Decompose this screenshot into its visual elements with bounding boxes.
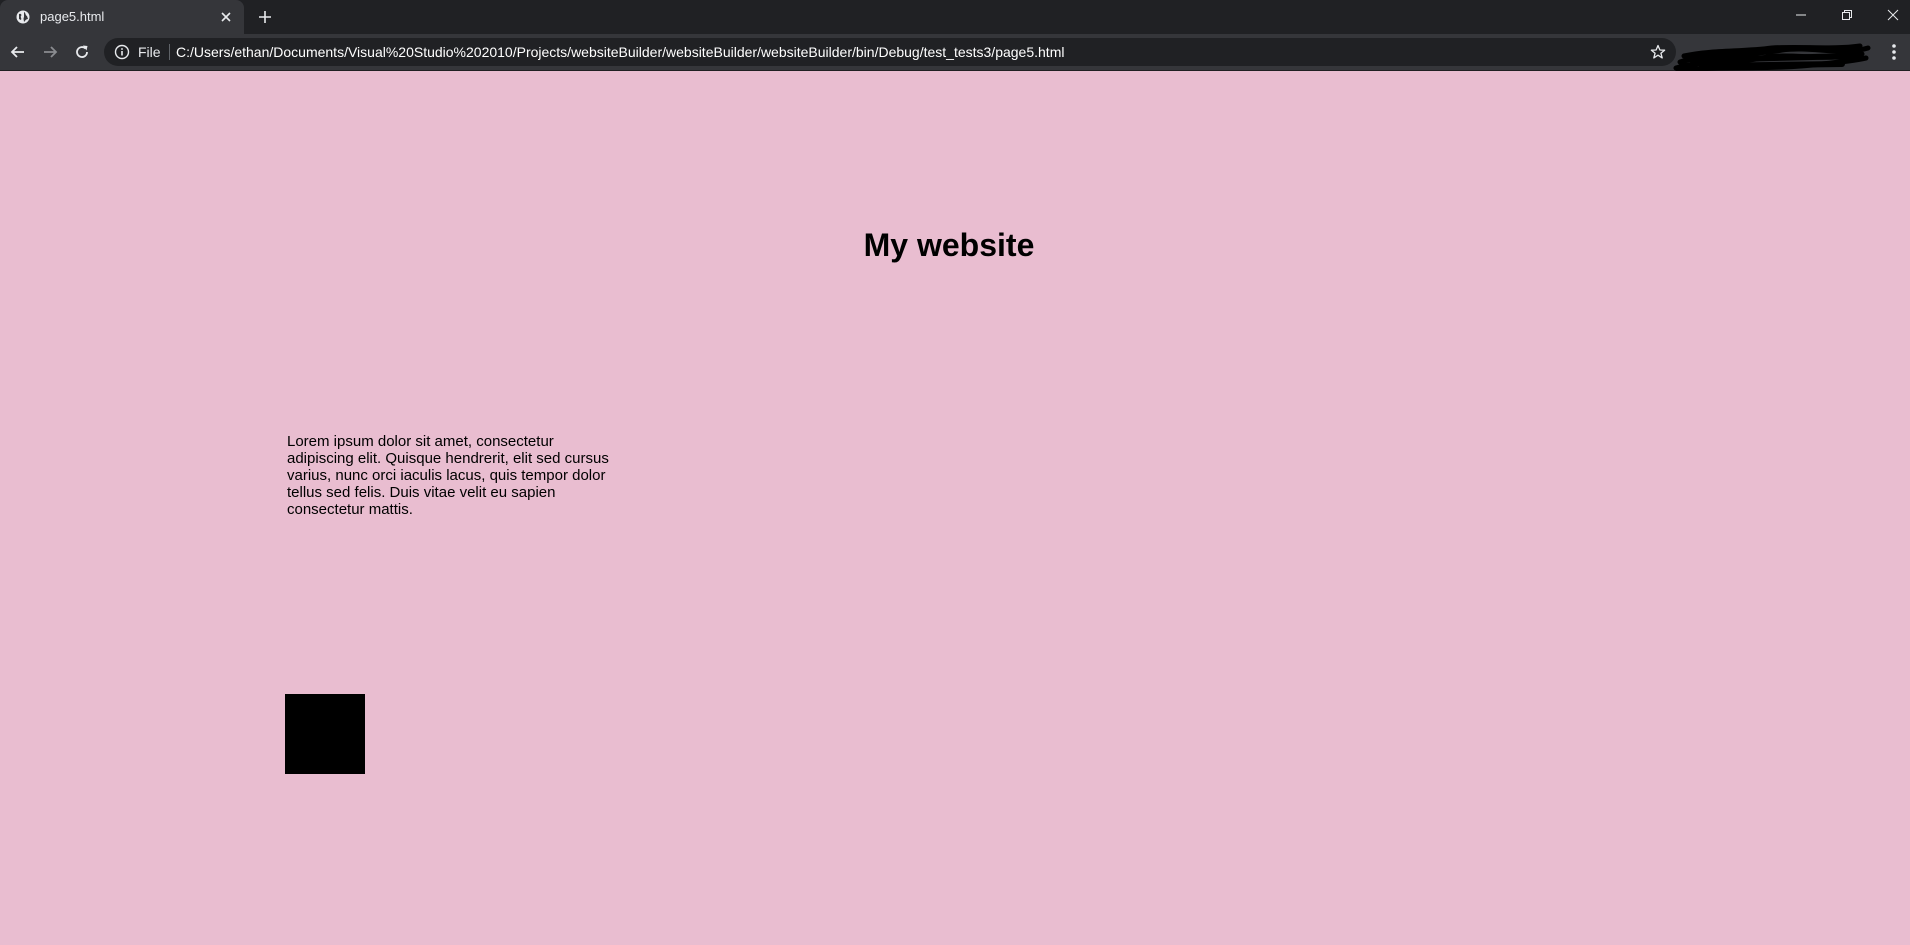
black-square bbox=[285, 694, 365, 774]
minimize-button[interactable] bbox=[1778, 0, 1824, 30]
reload-button[interactable] bbox=[70, 40, 94, 64]
close-icon bbox=[1887, 9, 1899, 21]
back-arrow-icon bbox=[10, 46, 24, 58]
url-text[interactable]: C:/Users/ethan/Documents/Visual%20Studio… bbox=[176, 44, 1064, 60]
reload-icon bbox=[76, 45, 88, 58]
page-content: My website Lorem ipsum dolor sit amet, c… bbox=[0, 71, 1910, 945]
browser-tab[interactable]: page5.html bbox=[0, 0, 244, 34]
tab-strip: page5.html bbox=[0, 0, 1910, 34]
kebab-menu-icon[interactable] bbox=[1886, 40, 1902, 64]
window-close-button[interactable] bbox=[1870, 0, 1910, 30]
restore-icon bbox=[1842, 10, 1852, 20]
restore-button[interactable] bbox=[1824, 0, 1870, 30]
scheme-label: File bbox=[138, 44, 170, 60]
tab-title: page5.html bbox=[40, 9, 105, 24]
star-icon[interactable] bbox=[1650, 44, 1666, 60]
forward-button[interactable] bbox=[38, 40, 62, 64]
browser-toolbar: File C:/Users/ethan/Documents/Visual%20S… bbox=[0, 34, 1910, 71]
minimize-icon bbox=[1796, 14, 1806, 16]
plus-icon[interactable] bbox=[256, 8, 274, 26]
back-button[interactable] bbox=[6, 40, 30, 64]
body-paragraph: Lorem ipsum dolor sit amet, consectetur … bbox=[287, 433, 609, 518]
globe-icon bbox=[16, 10, 30, 24]
address-bar[interactable]: File C:/Users/ethan/Documents/Visual%20S… bbox=[104, 38, 1676, 66]
page-title: My website bbox=[863, 227, 1035, 263]
info-icon[interactable] bbox=[114, 44, 130, 60]
redaction-scribble bbox=[1673, 43, 1871, 73]
forward-arrow-icon bbox=[44, 46, 58, 58]
close-icon[interactable] bbox=[218, 9, 234, 25]
